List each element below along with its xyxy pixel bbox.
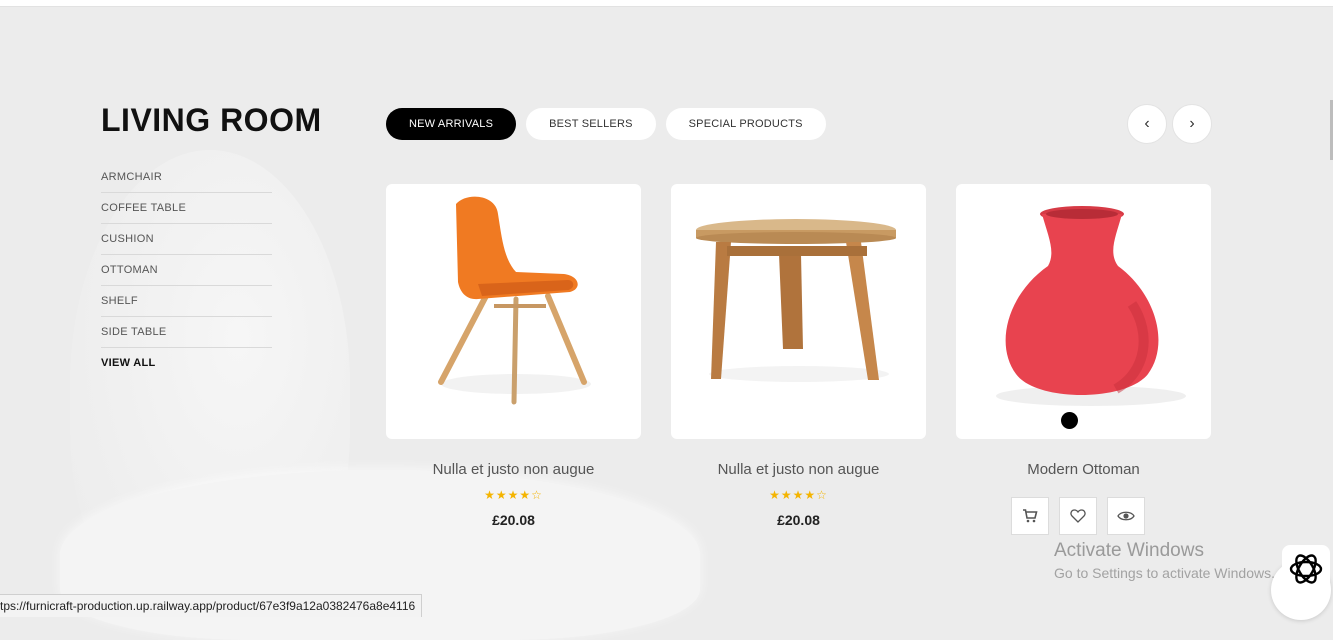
product-name[interactable]: Nulla et justo non augue xyxy=(386,461,641,478)
add-to-cart-button[interactable] xyxy=(1011,497,1049,535)
carousel-prev-button[interactable]: ‹ xyxy=(1127,104,1167,144)
chevron-left-icon: ‹ xyxy=(1144,115,1150,132)
red-vase-image xyxy=(996,206,1186,406)
product-name[interactable]: Modern Ottoman xyxy=(956,461,1211,478)
product-image-orange-chair[interactable] xyxy=(386,184,641,439)
product-image-side-table[interactable] xyxy=(671,184,926,439)
product-tabs: NEW ARRIVALS BEST SELLERS SPECIAL PRODUC… xyxy=(386,108,826,140)
windows-activation-subtitle: Go to Settings to activate Windows. xyxy=(1054,565,1275,581)
quick-view-button[interactable] xyxy=(1107,497,1145,535)
heart-icon xyxy=(1070,509,1086,523)
add-to-wishlist-button[interactable] xyxy=(1059,497,1097,535)
cursor-dot xyxy=(1061,412,1078,429)
product-price: £20.08 xyxy=(492,512,535,528)
category-item-shelf[interactable]: SHELF xyxy=(101,286,272,317)
carousel-next-button[interactable]: › xyxy=(1172,104,1212,144)
tab-special-products[interactable]: SPECIAL PRODUCTS xyxy=(665,108,826,140)
product-name[interactable]: Nulla et justo non augue xyxy=(671,461,926,478)
wooden-table-image xyxy=(696,219,896,382)
product-image-red-vase[interactable] xyxy=(956,184,1211,439)
category-list: ARMCHAIR COFFEE TABLE CUSHION OTTOMAN SH… xyxy=(101,162,272,378)
category-item-armchair[interactable]: ARMCHAIR xyxy=(101,162,272,193)
product-price: £20.08 xyxy=(777,512,820,528)
star-rating: ★★★★☆ xyxy=(484,488,543,502)
windows-activation-title: Activate Windows xyxy=(1054,540,1204,561)
category-item-ottoman[interactable]: OTTOMAN xyxy=(101,255,272,286)
product-actions xyxy=(1011,497,1145,535)
chevron-right-icon: › xyxy=(1189,115,1195,132)
tab-new-arrivals[interactable]: NEW ARRIVALS xyxy=(386,108,517,140)
orange-chair-image xyxy=(438,196,591,405)
openai-logo-icon xyxy=(1289,554,1323,584)
category-item-cushion[interactable]: CUSHION xyxy=(101,224,272,255)
star-rating: ★★★★☆ xyxy=(769,488,828,502)
section-title: LIVING ROOM xyxy=(101,102,322,138)
assistant-logo-button[interactable] xyxy=(1282,545,1330,593)
status-bar-url: tps://furnicraft-production.up.railway.a… xyxy=(0,594,423,617)
category-item-side-table[interactable]: SIDE TABLE xyxy=(101,317,272,348)
category-item-coffee-table[interactable]: COFFEE TABLE xyxy=(101,193,272,224)
top-strip xyxy=(0,0,1333,7)
tab-best-sellers[interactable]: BEST SELLERS xyxy=(526,108,656,140)
cart-icon xyxy=(1023,509,1038,523)
view-all-link[interactable]: VIEW ALL xyxy=(101,348,272,378)
eye-icon xyxy=(1117,511,1135,521)
